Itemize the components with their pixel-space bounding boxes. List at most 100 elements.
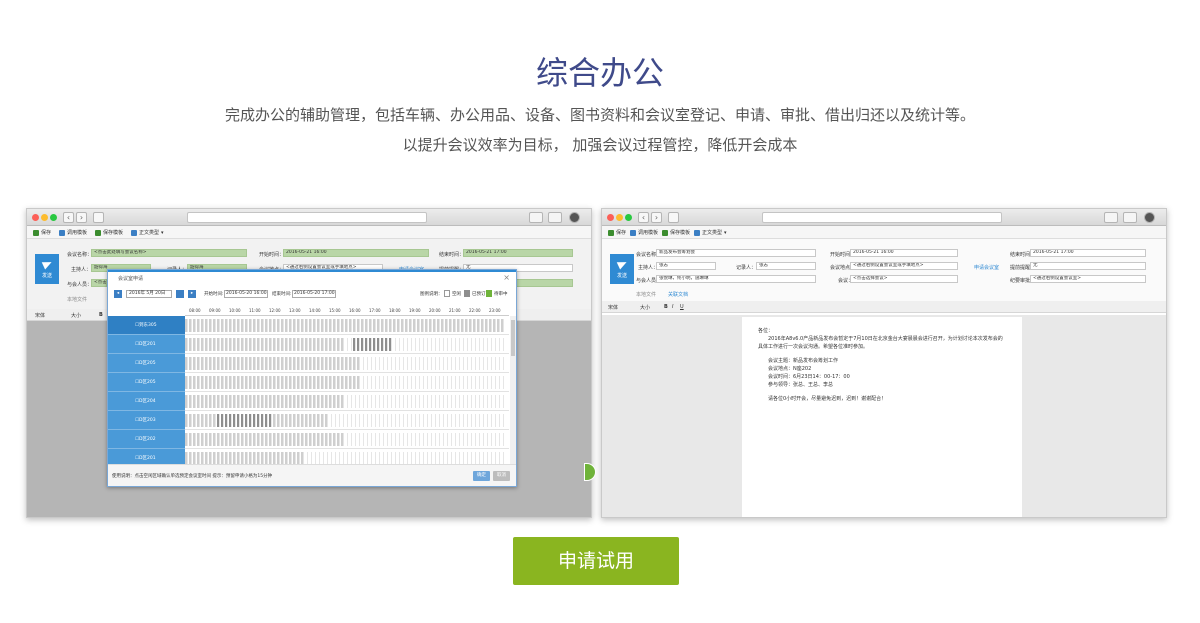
time-slot[interactable] bbox=[489, 395, 492, 408]
end-time-input[interactable]: 2016-05-21 17:00 bbox=[1030, 249, 1146, 257]
time-slot[interactable] bbox=[217, 414, 220, 427]
time-slot[interactable] bbox=[301, 338, 304, 351]
time-slot[interactable] bbox=[325, 395, 328, 408]
time-slot[interactable] bbox=[293, 319, 296, 332]
time-slot[interactable] bbox=[321, 338, 324, 351]
room-row-label[interactable]: ☐D区205 bbox=[108, 373, 185, 392]
time-slot[interactable] bbox=[297, 357, 300, 370]
time-slot[interactable] bbox=[197, 395, 200, 408]
time-slot[interactable] bbox=[417, 395, 420, 408]
time-slot[interactable] bbox=[225, 319, 228, 332]
time-slot[interactable] bbox=[189, 433, 192, 446]
time-slot[interactable] bbox=[493, 357, 496, 370]
time-slot[interactable] bbox=[329, 414, 332, 427]
time-slot[interactable] bbox=[333, 433, 336, 446]
time-slot[interactable] bbox=[321, 395, 324, 408]
time-slot[interactable] bbox=[289, 338, 292, 351]
time-slot[interactable] bbox=[473, 414, 476, 427]
time-slot[interactable] bbox=[361, 338, 364, 351]
time-slot[interactable] bbox=[429, 357, 432, 370]
task-input[interactable]: <点击选择会议> bbox=[850, 275, 958, 283]
time-slot[interactable] bbox=[413, 414, 416, 427]
dialog-start-input[interactable]: 2016-05-20 16:00 bbox=[224, 290, 268, 298]
time-slot[interactable] bbox=[397, 414, 400, 427]
time-slot[interactable] bbox=[277, 433, 280, 446]
time-slot[interactable] bbox=[321, 376, 324, 389]
time-slot[interactable] bbox=[309, 414, 312, 427]
save-template-button[interactable]: 保存模板 bbox=[662, 229, 690, 236]
time-slot[interactable] bbox=[241, 319, 244, 332]
time-slot[interactable] bbox=[461, 414, 464, 427]
time-slot[interactable] bbox=[473, 357, 476, 370]
time-slot[interactable] bbox=[185, 357, 188, 370]
time-slot[interactable] bbox=[241, 433, 244, 446]
time-slot[interactable] bbox=[449, 414, 452, 427]
calendar-icon[interactable] bbox=[176, 290, 184, 298]
call-template-button[interactable]: 调用模板 bbox=[630, 229, 658, 236]
time-slot[interactable] bbox=[321, 357, 324, 370]
time-slot[interactable] bbox=[421, 414, 424, 427]
time-slot[interactable] bbox=[445, 414, 448, 427]
time-slot[interactable] bbox=[457, 433, 460, 446]
time-slot[interactable] bbox=[201, 376, 204, 389]
time-slot[interactable] bbox=[285, 433, 288, 446]
time-slot[interactable] bbox=[193, 376, 196, 389]
time-slot[interactable] bbox=[249, 414, 252, 427]
time-slot[interactable] bbox=[401, 357, 404, 370]
time-slot[interactable] bbox=[233, 357, 236, 370]
time-slot[interactable] bbox=[421, 395, 424, 408]
time-slot[interactable] bbox=[477, 376, 480, 389]
time-slot[interactable] bbox=[437, 338, 440, 351]
time-slot[interactable] bbox=[485, 414, 488, 427]
time-slot[interactable] bbox=[365, 376, 368, 389]
time-slot[interactable] bbox=[273, 433, 276, 446]
time-slot[interactable] bbox=[309, 357, 312, 370]
time-slot[interactable] bbox=[421, 319, 424, 332]
time-slot[interactable] bbox=[481, 357, 484, 370]
time-slot[interactable] bbox=[457, 319, 460, 332]
send-button[interactable]: 发送 bbox=[35, 254, 59, 284]
time-slot[interactable] bbox=[389, 338, 392, 351]
time-slot[interactable] bbox=[217, 395, 220, 408]
time-slot[interactable] bbox=[185, 319, 188, 332]
time-slot[interactable] bbox=[393, 357, 396, 370]
url-bar[interactable] bbox=[187, 212, 427, 223]
time-slot[interactable] bbox=[417, 414, 420, 427]
time-slot[interactable] bbox=[449, 395, 452, 408]
time-slot[interactable] bbox=[345, 395, 348, 408]
time-slot[interactable] bbox=[337, 414, 340, 427]
time-slot[interactable] bbox=[285, 414, 288, 427]
time-slot[interactable] bbox=[453, 319, 456, 332]
time-slot[interactable] bbox=[429, 376, 432, 389]
time-slot[interactable] bbox=[337, 338, 340, 351]
time-slot[interactable] bbox=[457, 414, 460, 427]
time-slot[interactable] bbox=[185, 338, 188, 351]
time-slot[interactable] bbox=[237, 338, 240, 351]
time-slot[interactable] bbox=[281, 319, 284, 332]
time-slot[interactable] bbox=[385, 338, 388, 351]
time-slot[interactable] bbox=[269, 414, 272, 427]
time-slot[interactable] bbox=[209, 433, 212, 446]
doc-type-dropdown[interactable]: 正文类型 ▾ bbox=[131, 229, 164, 236]
time-slot[interactable] bbox=[393, 376, 396, 389]
time-slot[interactable] bbox=[277, 376, 280, 389]
time-slot[interactable] bbox=[333, 395, 336, 408]
time-slot[interactable] bbox=[205, 338, 208, 351]
share-icon[interactable] bbox=[529, 212, 543, 223]
time-slot[interactable] bbox=[385, 433, 388, 446]
time-slot[interactable] bbox=[465, 414, 468, 427]
time-slot[interactable] bbox=[305, 376, 308, 389]
time-slot[interactable] bbox=[489, 338, 492, 351]
time-slot[interactable] bbox=[237, 376, 240, 389]
time-slot[interactable] bbox=[417, 319, 420, 332]
time-slot[interactable] bbox=[333, 319, 336, 332]
time-slot[interactable] bbox=[185, 395, 188, 408]
back-icon[interactable]: ‹ bbox=[638, 212, 649, 223]
time-slot[interactable] bbox=[465, 338, 468, 351]
time-slot[interactable] bbox=[497, 376, 500, 389]
time-slot[interactable] bbox=[501, 357, 504, 370]
time-slot[interactable] bbox=[485, 338, 488, 351]
time-slot[interactable] bbox=[433, 433, 436, 446]
time-slot[interactable] bbox=[297, 433, 300, 446]
time-slot[interactable] bbox=[189, 319, 192, 332]
